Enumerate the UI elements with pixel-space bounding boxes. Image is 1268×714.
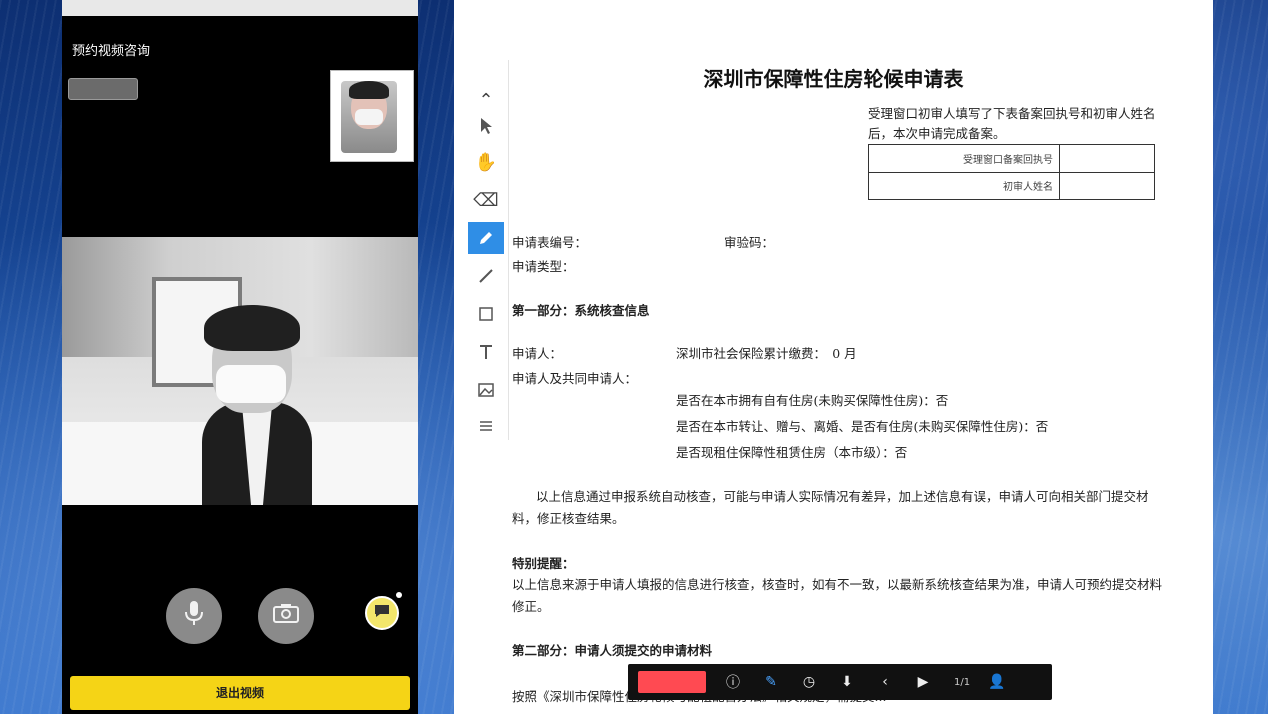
user-icon[interactable]: 👤	[986, 671, 1008, 693]
camera-button[interactable]	[258, 588, 314, 644]
document-panel: ⌃ ✋ ⌫ 深圳市保障性住房轮候申请表 受理窗口初审人填写了下表备案回执号和初审…	[454, 0, 1213, 714]
section2-title: 第二部分：申请人须提交的申请材料	[512, 643, 713, 658]
download-icon[interactable]: ⬇	[836, 671, 858, 693]
question-1: 是否在本市拥有自有住房(未购买保障性住房)：否	[676, 393, 949, 408]
timer-icon[interactable]: ◷	[798, 671, 820, 693]
paragraph-verification: 以上信息通过申报系统自动核查，可能与申请人实际情况有差异，加上述信息有误，申请人…	[512, 489, 1149, 526]
exit-video-button[interactable]: 退出视频	[70, 676, 410, 710]
annotate-icon[interactable]: ✎	[760, 671, 782, 693]
rectangle-icon[interactable]	[468, 298, 504, 330]
application-type-field: 申请类型：	[512, 259, 575, 274]
toolbar-divider	[508, 60, 509, 440]
chat-button[interactable]	[365, 596, 399, 630]
panel-top-bar	[62, 0, 418, 16]
verify-code-field: 审验码：	[724, 235, 775, 250]
reviewer-name-value	[1059, 171, 1155, 200]
hand-icon[interactable]: ✋	[468, 146, 504, 178]
agent-video-feed	[62, 237, 418, 505]
info-icon[interactable]: ⓘ	[722, 671, 744, 693]
eraser-icon[interactable]: ⌫	[468, 184, 504, 216]
question-3: 是否现租住保障性租赁住房（本市级）：否	[676, 445, 908, 460]
self-view-video	[330, 70, 414, 162]
panel-title: 预约视频咨询	[72, 43, 151, 58]
annotation-toolbar: ⌃ ✋ ⌫	[468, 84, 504, 444]
receipt-no-label: 受理窗口备案回执号	[868, 144, 1060, 173]
document-title: 深圳市保障性住房轮候申请表	[703, 67, 964, 91]
section1-title: 第一部分：系统核查信息	[512, 303, 650, 318]
play-icon[interactable]: ▶	[912, 671, 934, 693]
camera-icon	[272, 601, 300, 631]
previous-icon[interactable]: ‹	[874, 671, 896, 693]
chat-notification-dot	[396, 592, 402, 598]
pen-icon[interactable]	[468, 222, 504, 254]
agent-hair	[204, 305, 300, 351]
image-icon[interactable]	[468, 374, 504, 406]
special-reminder-title: 特别提醒：	[512, 556, 575, 571]
line-icon[interactable]	[468, 260, 504, 292]
floating-control-bar: ⓘ ✎ ◷ ⬇ ‹ ▶ 1/1 👤	[628, 664, 1052, 700]
applicant-field: 申请人：	[512, 346, 563, 361]
reviewer-name-label: 初审人姓名	[868, 171, 1060, 200]
question-2: 是否在本市转让、赠与、离婚、是否有住房(未购买保障性住房)：否	[676, 419, 1049, 434]
page-indicator: 1/1	[954, 676, 971, 688]
record-button[interactable]	[638, 671, 706, 693]
mic-button[interactable]	[166, 588, 222, 644]
text-icon[interactable]	[468, 336, 504, 368]
video-consultation-panel: 预约视频咨询 退出视频	[62, 0, 418, 714]
social-insurance-field: 深圳市社会保险累计缴费： 0 月	[676, 346, 857, 361]
menu-icon[interactable]	[468, 410, 504, 442]
switch-view-button[interactable]	[68, 78, 138, 100]
co-applicants-field: 申请人及共同申请人：	[512, 371, 638, 386]
select-cursor-icon[interactable]	[468, 110, 504, 142]
paragraph-reminder: 以上信息来源于申请人填报的信息进行核查，核查时，如有不一致，以最新系统核查结果为…	[512, 577, 1163, 614]
self-view-hair	[349, 81, 389, 99]
form-number-field: 申请表编号：	[512, 235, 588, 250]
receipt-no-value	[1059, 144, 1155, 173]
mic-icon	[183, 599, 205, 634]
notice-text: 受理窗口初审人填写了下表备案回执号和初审人姓名后，本次申请完成备案。	[868, 106, 1156, 141]
receipt-table: 受理窗口备案回执号 初审人姓名	[868, 144, 1155, 200]
self-view-mask	[355, 109, 383, 125]
agent-mask	[216, 365, 286, 403]
chat-icon	[373, 603, 391, 623]
